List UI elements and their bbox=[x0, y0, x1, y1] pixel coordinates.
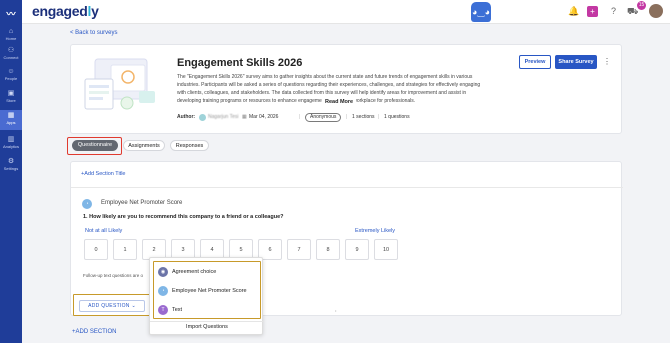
tab-assignments[interactable]: Assignments bbox=[123, 140, 165, 151]
connect-icon: ⚇ bbox=[7, 47, 15, 54]
author-name: Nagarjun Tesi bbox=[208, 114, 239, 120]
sidebar-item-label: Settings bbox=[3, 166, 19, 171]
preview-button[interactable]: Preview bbox=[519, 55, 551, 69]
questions-count: 1 questions bbox=[384, 114, 410, 120]
dropdown-item-enps[interactable]: ◔ Employee Net Promoter Score bbox=[158, 285, 247, 297]
import-questions-button[interactable]: Import Questions bbox=[150, 324, 264, 330]
separator-dot: • bbox=[335, 308, 337, 313]
sidebar-item-store[interactable]: ▣ Store bbox=[0, 88, 22, 108]
question-text: 1. How likely are you to recommend this … bbox=[83, 214, 284, 220]
sidebar-item-analytics[interactable]: ▥ Analytics bbox=[0, 134, 22, 154]
dropdown-item-text[interactable]: T Text bbox=[158, 304, 182, 316]
survey-date: Mar 04, 2026 bbox=[249, 114, 279, 120]
add-question-button[interactable]: ADD QUESTION ⌄ bbox=[79, 300, 145, 312]
top-bar: engagedly ◕‿◕ 🔔 + ? ⛟ bbox=[22, 0, 670, 24]
scale-option[interactable]: 9 bbox=[345, 239, 369, 260]
app-logo-icon[interactable]: 〰 bbox=[5, 7, 17, 19]
nps-icon: ◔ bbox=[82, 199, 92, 209]
text-icon: T bbox=[158, 304, 168, 315]
avatar[interactable] bbox=[649, 4, 663, 18]
sidebar-item-label: Connect bbox=[3, 55, 19, 60]
scale-option[interactable]: 0 bbox=[84, 239, 108, 260]
agreement-choice-icon: ◉ bbox=[158, 266, 168, 277]
sidebar-item-people[interactable]: ☺ People bbox=[0, 66, 22, 86]
sidebar-item-connect[interactable]: ⚇ Connect bbox=[0, 45, 22, 65]
gear-icon: ⚙ bbox=[7, 158, 15, 165]
brand-logo[interactable]: engagedly bbox=[32, 3, 99, 19]
back-to-surveys-link[interactable]: < Back to surveys bbox=[70, 30, 118, 36]
people-icon: ☺ bbox=[7, 68, 15, 75]
sections-count: 1 sections bbox=[352, 114, 375, 120]
cart-icon[interactable]: ⛟ bbox=[627, 6, 638, 17]
meta-divider: | bbox=[299, 114, 301, 120]
sidebar-item-label: Apps bbox=[6, 120, 16, 125]
dropdown-item-agreement-choice[interactable]: ◉ Agreement choice bbox=[158, 266, 216, 278]
sidebar-item-label: Home bbox=[5, 36, 17, 41]
store-icon: ▣ bbox=[7, 90, 15, 97]
notification-badge: 15 bbox=[637, 1, 646, 10]
chevron-down-icon: ⌄ bbox=[131, 303, 136, 309]
survey-header-card: Engagement Skills 2026 The "Engagement S… bbox=[70, 44, 622, 134]
question-type-dropdown: ◉ Agreement choice ◔ Employee Net Promoter… bbox=[149, 257, 264, 335]
sidebar: 〰 ⌂ Home ⚇ Connect ☺ People ▣ Store ▦ Apps ▥ A… bbox=[0, 0, 22, 343]
help-icon[interactable]: ? bbox=[608, 6, 619, 17]
followup-note: Follow-up text questions are o bbox=[83, 273, 144, 278]
visibility-badge: Anonymous bbox=[305, 113, 342, 122]
section-title: Employee Net Promoter Score bbox=[101, 200, 183, 206]
scale-option[interactable]: 8 bbox=[316, 239, 340, 260]
author-label: Author: bbox=[177, 114, 196, 120]
home-icon: ⌂ bbox=[8, 28, 14, 35]
share-survey-button[interactable]: Share Survey bbox=[555, 55, 597, 69]
mascot-icon[interactable]: ◕‿◕ bbox=[471, 2, 491, 22]
nps-icon: ◔ bbox=[158, 285, 168, 296]
read-more-link[interactable]: Read More bbox=[322, 98, 357, 106]
apps-icon: ▦ bbox=[7, 112, 15, 119]
add-section-link[interactable]: +ADD SECTION bbox=[72, 329, 117, 335]
scale-option[interactable]: 7 bbox=[287, 239, 311, 260]
divider bbox=[71, 187, 623, 188]
analytics-icon: ▥ bbox=[7, 136, 15, 143]
meta-divider: | bbox=[346, 114, 348, 120]
survey-title: Engagement Skills 2026 bbox=[177, 57, 303, 69]
tab-responses[interactable]: Responses bbox=[170, 140, 209, 151]
author-avatar bbox=[199, 114, 206, 121]
sidebar-item-label: Analytics bbox=[2, 144, 19, 149]
scale-option[interactable]: 1 bbox=[113, 239, 137, 260]
sidebar-item-settings[interactable]: ⚙ Settings bbox=[0, 156, 22, 176]
calendar-icon: ▦ bbox=[242, 114, 247, 120]
divider bbox=[150, 321, 264, 322]
bell-icon[interactable]: 🔔 bbox=[568, 6, 579, 17]
questionnaire-highlight-box bbox=[67, 137, 122, 155]
sidebar-item-apps[interactable]: ▦ Apps bbox=[0, 110, 22, 130]
scale-option[interactable]: 10 bbox=[374, 239, 398, 260]
meta-divider: | bbox=[378, 114, 380, 120]
scale-high-label: Extremely Likely bbox=[355, 228, 396, 234]
more-options-icon[interactable]: ⋮ bbox=[603, 55, 611, 69]
add-section-title-link[interactable]: +Add Section Title bbox=[81, 171, 126, 177]
sidebar-item-label: People bbox=[4, 76, 18, 81]
plus-icon[interactable]: + bbox=[587, 6, 598, 17]
scale-low-label: Not at all Likely bbox=[85, 228, 123, 234]
survey-illustration-icon bbox=[84, 58, 155, 110]
sidebar-item-label: Store bbox=[6, 98, 16, 103]
sidebar-item-home[interactable]: ⌂ Home bbox=[0, 26, 22, 46]
